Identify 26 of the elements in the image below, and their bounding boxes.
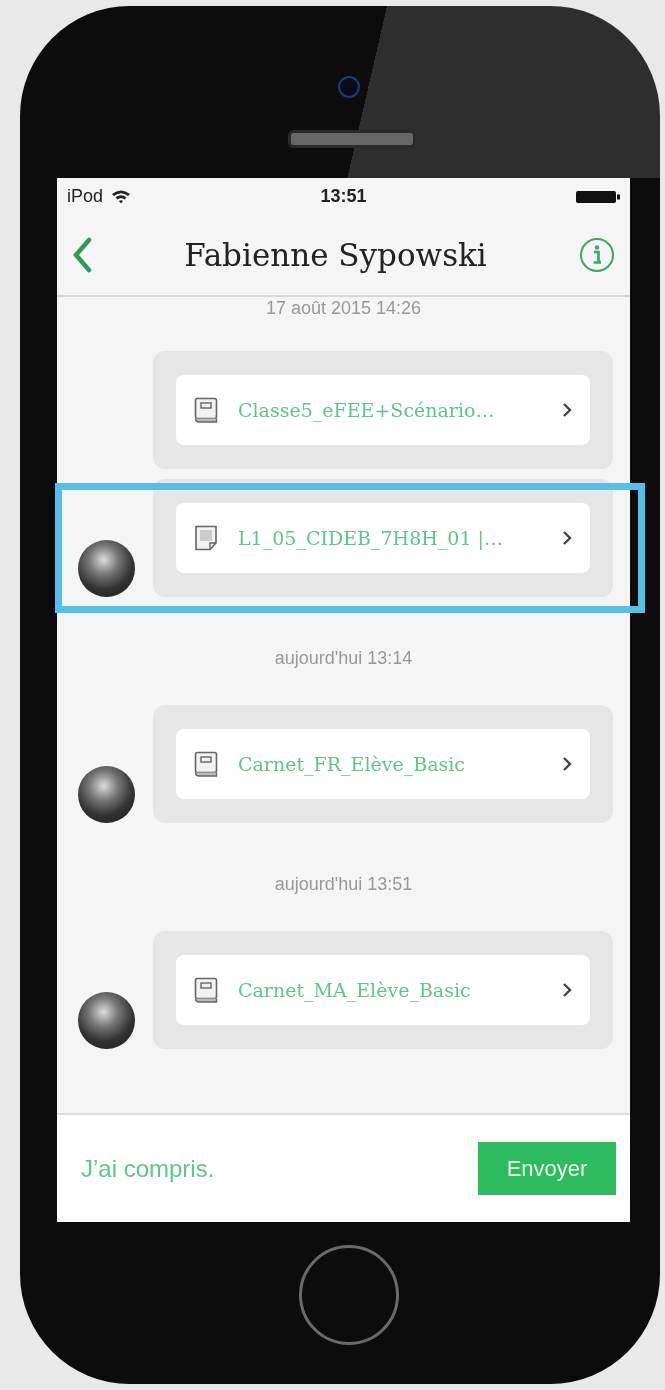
chevron-icon [562,756,572,772]
file-attachment[interactable]: L1_05_CIDEB_7H8H_01 |… [176,503,590,573]
info-icon[interactable] [579,237,615,273]
book-icon [194,397,218,423]
battery-icon [576,189,620,204]
device-name: iPod [67,186,104,207]
home-button[interactable] [299,1245,399,1345]
camera-icon [338,76,360,98]
book-icon [194,977,218,1003]
back-icon[interactable] [72,237,92,273]
chevron-icon [562,982,572,998]
chevron-icon [562,530,572,546]
send-button[interactable]: Envoyer [478,1142,616,1195]
document-icon [194,525,218,551]
message-timestamp: 17 août 2015 14:26 [265,298,422,318]
book-icon [194,751,218,777]
message-timestamp: aujourd'hui 13:51 [274,874,413,894]
conversation-title: Fabienne Sypowski [184,237,487,273]
wifi-icon [111,189,132,204]
file-attachment[interactable]: Carnet_FR_Elève_Basic [176,729,590,799]
message-timestamp: aujourd'hui 13:14 [274,648,413,668]
message-input[interactable]: J’ai compris. [81,1154,381,1183]
file-attachment[interactable]: Classe5_eFEE+Scénario… [176,375,590,445]
clock-time: 13:51 [320,186,367,207]
file-attachment[interactable]: Carnet_MA_Elève_Basic [176,955,590,1025]
chevron-icon [562,402,572,418]
